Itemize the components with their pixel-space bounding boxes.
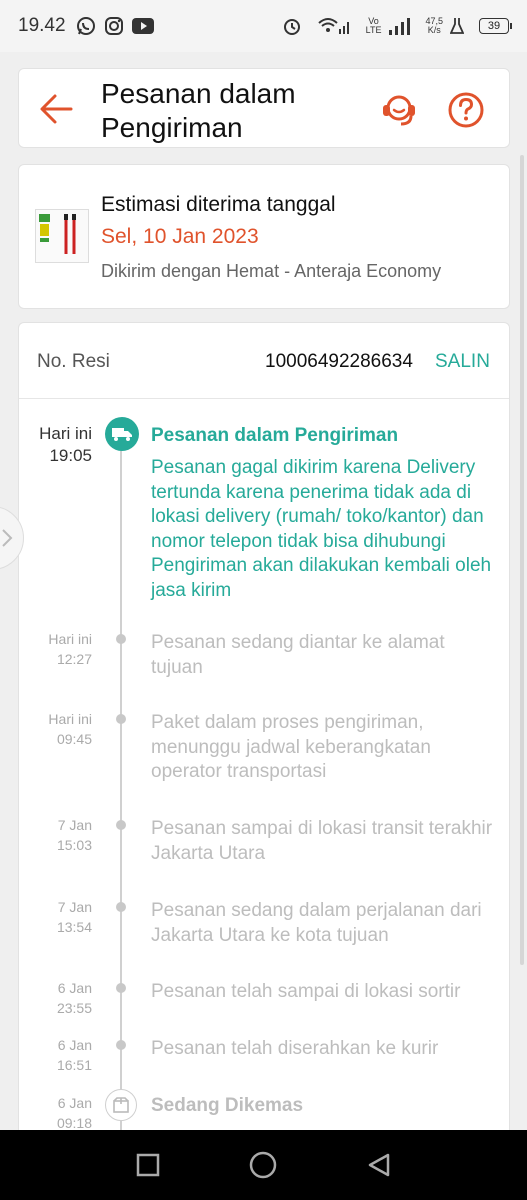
event-time: Hari ini 12:27 — [48, 631, 92, 667]
back-button[interactable] — [39, 93, 73, 125]
signal-icon — [388, 17, 411, 35]
event-time: 7 Jan 13:54 — [56, 899, 92, 935]
truck-icon — [105, 417, 139, 451]
event-time: 6 Jan 09:18 — [56, 1095, 92, 1131]
scrollbar[interactable] — [520, 155, 524, 965]
shipping-method: Dikirim dengan Hemat - Anteraja Economy — [101, 261, 442, 281]
event-text: Pesanan sampai di lokasi transit terakhi… — [151, 818, 493, 864]
status-bar: 19.42 Vo LTE 47,5 K/s 39 — [0, 0, 527, 52]
current-description: Pesanan gagal dikirim karena Delivery te… — [151, 457, 492, 601]
event-text: Pesanan sedang diantar ke alamat tujuan — [151, 632, 445, 678]
event-text: Pesanan sedang dalam perjalanan dari Jak… — [151, 900, 482, 946]
product-image — [39, 214, 76, 254]
event-text: Paket dalam proses pengiriman, menunggu … — [151, 712, 431, 782]
help-button[interactable] — [447, 91, 485, 129]
header-card: Pesanan dalam Pengiriman — [18, 68, 510, 148]
chevron-right-icon — [2, 529, 13, 547]
timeline-dot — [116, 634, 126, 644]
triangle-back-icon — [368, 1153, 390, 1177]
delivery-estimate-card: Estimasi diterima tanggal Sel, 10 Jan 20… — [18, 164, 510, 309]
timeline-line — [120, 449, 122, 1182]
net-speed: 47,5 K/s — [425, 16, 443, 35]
page-title: Pesanan dalam Pengiriman — [101, 78, 296, 143]
package-icon — [105, 1089, 137, 1121]
circle-icon — [250, 1151, 277, 1179]
back-nav-button[interactable] — [359, 1145, 399, 1185]
question-circle-icon — [448, 92, 484, 128]
timeline-dot — [116, 714, 126, 724]
event-time: 6 Jan 16:51 — [56, 1037, 92, 1073]
instagram-icon — [104, 16, 124, 36]
status-time: 19.42 — [18, 15, 66, 36]
copy-resi-button[interactable]: SALIN — [435, 351, 490, 373]
system-navigation-bar — [0, 1130, 527, 1200]
headset-icon — [383, 95, 415, 126]
estimate-label: Estimasi diterima tanggal — [101, 193, 336, 216]
resi-label: No. Resi — [37, 351, 110, 372]
tracking-card: No. Resi 10006492286634 SALIN Hari ini 1… — [18, 322, 510, 1182]
packing-status: Sedang Dikemas — [151, 1095, 304, 1116]
wifi-icon — [317, 16, 351, 36]
flask-icon — [450, 17, 464, 35]
resi-number: 10006492286634 — [265, 351, 413, 372]
resi-row: No. Resi 10006492286634 SALIN — [19, 323, 509, 399]
event-time: 7 Jan 15:03 — [56, 817, 92, 853]
product-thumbnail[interactable] — [35, 209, 89, 263]
whatsapp-icon — [76, 16, 96, 36]
home-button[interactable] — [243, 1145, 283, 1185]
event-text: Pesanan telah sampai di lokasi sortir — [151, 981, 461, 1002]
estimate-date: Sel, 10 Jan 2023 — [101, 225, 259, 248]
timeline-dot — [116, 1040, 126, 1050]
volte-label: Vo LTE — [365, 16, 382, 35]
customer-service-button[interactable] — [379, 89, 419, 129]
arrow-left-icon — [40, 94, 73, 124]
current-status: Pesanan dalam Pengiriman — [151, 425, 399, 446]
square-icon — [136, 1153, 160, 1177]
recent-apps-button[interactable] — [128, 1145, 168, 1185]
timeline-dot — [116, 983, 126, 993]
event-time: Hari ini 09:45 — [48, 711, 92, 747]
event-time: Hari ini 19:05 — [39, 424, 92, 465]
event-text: Pesanan telah diserahkan ke kurir — [151, 1038, 439, 1059]
timeline-dot — [116, 820, 126, 830]
alarm-icon — [282, 16, 302, 36]
youtube-icon — [131, 17, 154, 35]
battery-indicator: 39 — [479, 18, 512, 34]
event-time: 6 Jan 23:55 — [56, 980, 92, 1016]
timeline-dot — [116, 902, 126, 912]
